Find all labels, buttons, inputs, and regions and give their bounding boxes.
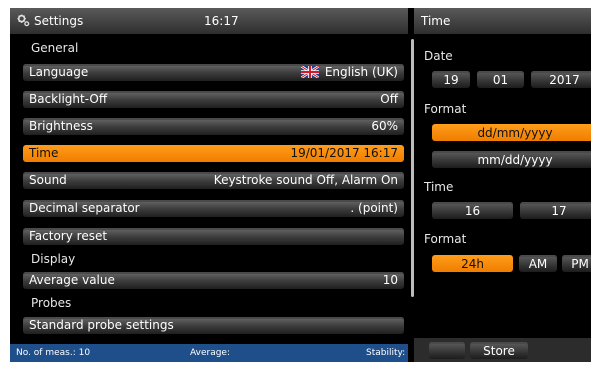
header-title: Settings [34,14,84,28]
stability-readout: Stability: [366,348,406,358]
list-scrollbar[interactable] [411,39,414,297]
setting-row-factory-reset[interactable]: Factory reset [23,228,404,245]
date-format-ddmmyyyy-button[interactable]: dd/mm/yyyy [432,124,591,141]
time-panel-header: Time [414,8,591,34]
setting-label: Decimal separator [29,201,140,215]
setting-value: Keystroke sound Off, Alarm On [213,173,398,187]
setting-label: Average value [29,273,115,287]
settings-header: Settings 16:17 [10,8,408,34]
setting-row-average-value[interactable]: Average value 10 [23,272,404,289]
setting-label: Language [29,65,89,79]
setting-value: 60% [371,119,398,133]
year-field[interactable]: 2017 [531,71,591,88]
time-panel-footer: Store [414,338,591,362]
setting-row-decimal-separator[interactable]: Decimal separator . (point) [23,200,404,217]
setting-row-language[interactable]: Language English (UK) [23,64,404,81]
header-clock: 16:17 [204,14,239,28]
setting-label: Backlight-Off [29,92,108,106]
section-heading-general: General [31,41,79,55]
setting-row-brightness[interactable]: Brightness 60% [23,118,404,135]
day-field[interactable]: 19 [432,71,470,88]
time-panel-title: Time [421,14,451,28]
section-heading-probes: Probes [31,296,72,310]
gear-icon [17,14,30,27]
status-bar: No. of meas.: 10 Average: Stability: [10,344,408,362]
setting-value: . (point) [350,201,398,215]
meas-count: No. of meas.: 10 [16,348,91,358]
device-screen: Settings 16:17 Time General Language Eng… [10,8,591,362]
hour-field[interactable]: 16 [432,202,513,219]
date-format-label: Format [424,102,467,116]
setting-row-time[interactable]: Time 19/01/2017 16:17 [23,145,404,162]
setting-label: Factory reset [29,229,108,243]
format-24h-button[interactable]: 24h [432,255,513,272]
language-value: English (UK) [324,65,398,79]
section-heading-display: Display [31,252,76,266]
time-label: Time [424,180,454,194]
month-field[interactable]: 01 [477,71,524,88]
setting-row-sound[interactable]: Sound Keystroke sound Off, Alarm On [23,172,404,189]
setting-label: Sound [29,173,67,187]
setting-label: Standard probe settings [29,318,174,332]
format-am-button[interactable]: AM [519,255,557,272]
date-format-mmddyyyy-button[interactable]: mm/dd/yyyy [432,151,591,168]
average-readout: Average: [190,348,230,358]
setting-value: 19/01/2017 16:17 [290,146,398,160]
format-pm-button[interactable]: PM [562,255,591,272]
back-button[interactable] [429,342,465,359]
time-format-label: Format [424,232,467,246]
setting-value: 10 [382,273,398,287]
setting-label: Brightness [29,119,93,133]
setting-row-standard-probe-settings[interactable]: Standard probe settings [23,317,404,334]
setting-row-backlight-off[interactable]: Backlight-Off Off [23,91,404,108]
minute-field[interactable]: 17 [520,202,591,219]
uk-flag-icon [300,66,319,78]
setting-label: Time [29,146,59,160]
setting-value: Off [380,92,398,106]
setting-value: English (UK) [300,65,398,79]
date-label: Date [424,49,453,63]
store-button[interactable]: Store [470,342,528,359]
